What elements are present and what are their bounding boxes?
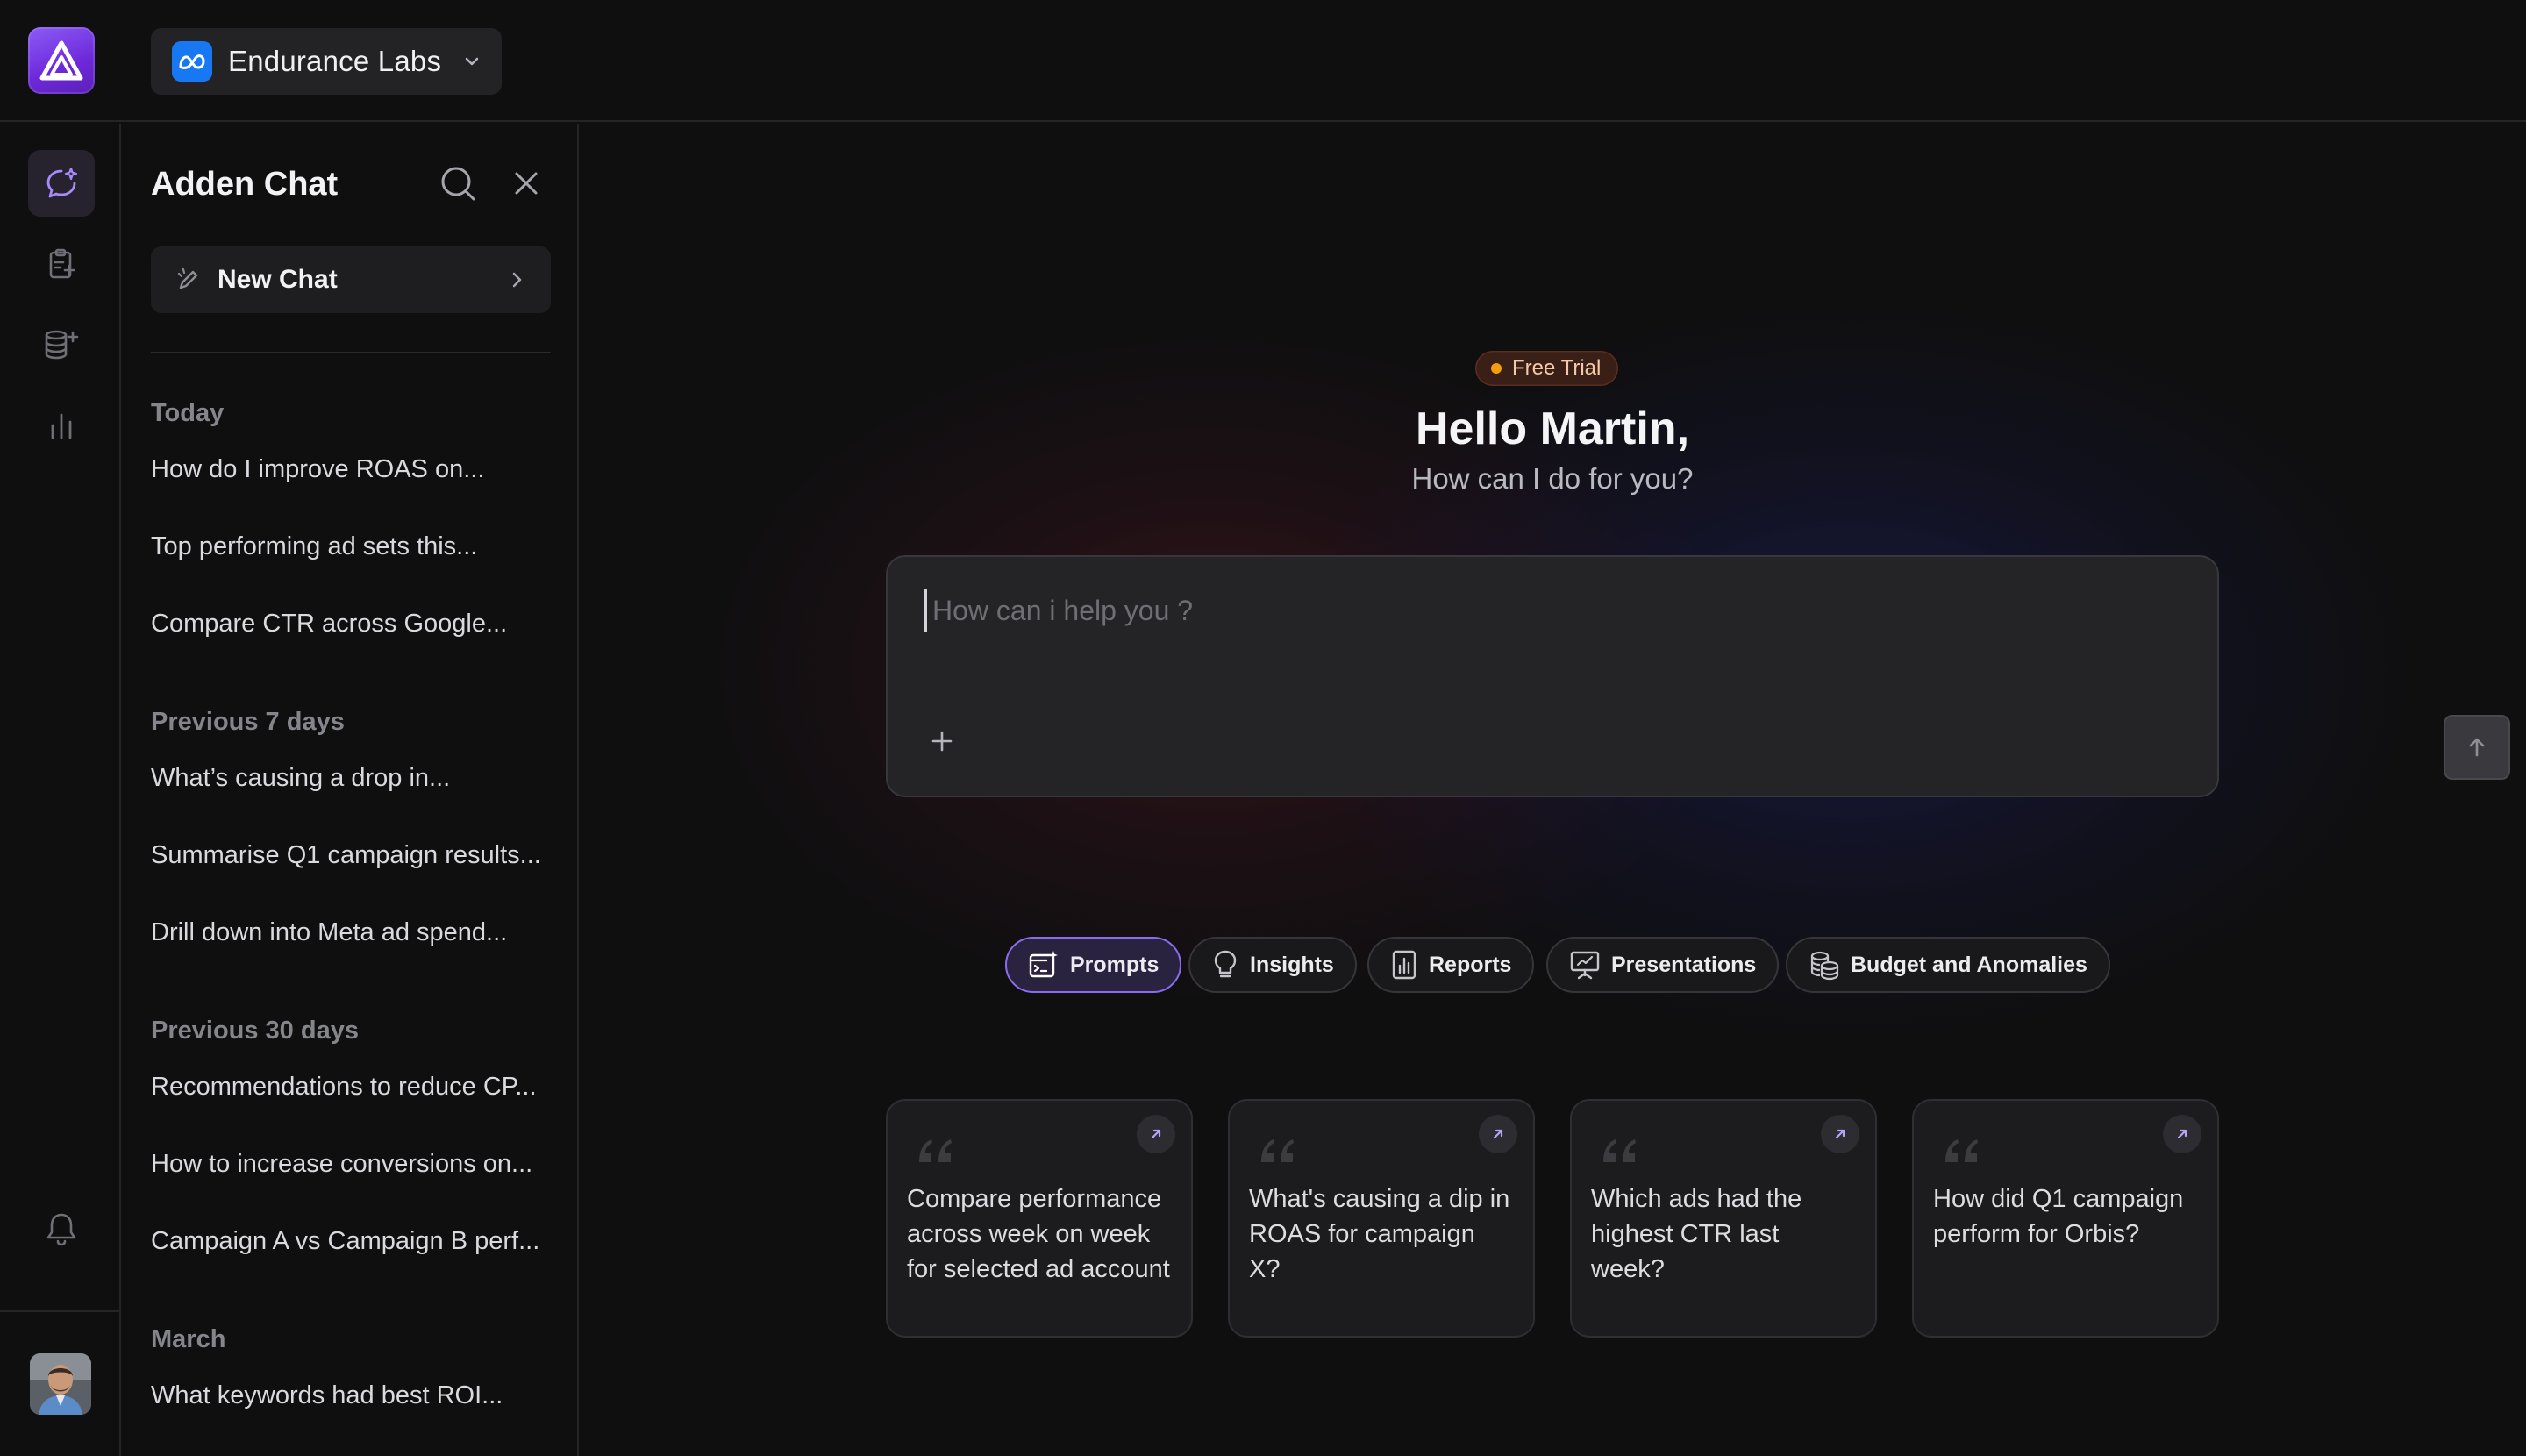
history-search-button[interactable]	[437, 162, 479, 204]
arrow-up-right-icon	[2177, 1129, 2187, 1139]
quote-icon	[1945, 1139, 1978, 1162]
new-chat-button[interactable]: New Chat	[151, 246, 551, 313]
quote-icon	[1603, 1139, 1636, 1162]
attach-button[interactable]	[924, 724, 960, 759]
workspace-name: Endurance Labs	[228, 45, 442, 77]
history-item[interactable]: How do I improve ROAS on...	[151, 455, 484, 484]
history-item[interactable]: Recommendations to reduce CP...	[151, 1073, 537, 1102]
rail-analytics-button[interactable]	[28, 392, 95, 459]
search-icon	[441, 167, 475, 201]
app-logo[interactable]	[28, 27, 95, 94]
send-button[interactable]	[2444, 715, 2510, 780]
user-avatar[interactable]	[30, 1353, 91, 1415]
tab-prompts[interactable]: Prompts	[1005, 937, 1182, 993]
rail-data-button[interactable]	[28, 311, 95, 378]
new-chat-label: New Chat	[218, 265, 338, 294]
tab-reports-label: Reports	[1429, 952, 1512, 977]
tab-presentations-label: Presentations	[1611, 952, 1757, 977]
chat-input[interactable]	[924, 589, 2152, 632]
workspace-switcher[interactable]: Endurance Labs	[151, 28, 502, 95]
presentation-icon	[1570, 951, 1600, 980]
clipboard-icon	[49, 248, 75, 279]
bell-icon	[46, 1213, 76, 1246]
close-icon	[515, 172, 538, 195]
app-logo-icon	[39, 40, 83, 81]
badge-dot	[1491, 363, 1502, 374]
database-add-icon	[45, 330, 79, 360]
tab-reports[interactable]: Reports	[1367, 937, 1535, 993]
top-bar: Endurance Labs	[0, 0, 2526, 122]
rail-divider	[0, 1310, 119, 1312]
history-item[interactable]: Drill down into Meta ad spend...	[151, 918, 507, 947]
history-item[interactable]: What keywords had best ROI...	[151, 1381, 503, 1410]
suggestion-card[interactable]: Which ads had the highest CTR last week?	[1570, 1099, 1877, 1338]
suggestion-text: Compare performance across week on week …	[907, 1185, 1170, 1283]
arrow-up-icon	[2469, 738, 2485, 757]
greeting-subtitle: How can I do for you?	[1411, 462, 1694, 495]
chevron-down-icon	[465, 57, 479, 66]
suggestion-card[interactable]: What's causing a dip in ROAS for campaig…	[1228, 1099, 1535, 1338]
history-item[interactable]: Campaign A vs Campaign B perf...	[151, 1227, 539, 1256]
tab-insights-label: Insights	[1250, 952, 1334, 977]
chat-sparkle-icon	[46, 167, 78, 198]
section-label-previous-30-days: Previous 30 days	[151, 1017, 359, 1045]
app-root: Endurance Labs Adden Chat New Chat Today…	[0, 0, 2526, 1456]
chat-history-panel: Adden Chat New Chat Today How do I impro	[121, 124, 579, 1456]
history-divider	[151, 352, 551, 353]
chat-composer	[886, 555, 2510, 797]
suggestion-text: Which ads had the highest CTR last week?	[1591, 1185, 1802, 1283]
user-photo	[30, 1353, 91, 1415]
rail-tasks-button[interactable]	[28, 231, 95, 297]
card-open-button[interactable]	[1479, 1115, 1517, 1153]
history-close-button[interactable]	[507, 164, 546, 203]
section-label-today: Today	[151, 399, 225, 427]
notifications-button[interactable]	[28, 1195, 95, 1262]
bar-chart-icon	[51, 413, 72, 439]
quote-icon	[919, 1139, 952, 1162]
coins-icon	[1810, 951, 1839, 981]
history-item[interactable]: Compare CTR across Google...	[151, 610, 507, 639]
prompts-icon	[1029, 951, 1058, 978]
report-chart-icon	[1392, 950, 1416, 980]
tab-budget-anomalies[interactable]: Budget and Anomalies	[1786, 937, 2110, 993]
greeting-title: Hello Martin,	[1415, 403, 1690, 454]
suggestion-text: How did Q1 campaign perform for Orbis?	[1933, 1185, 2184, 1248]
left-rail	[0, 124, 121, 1456]
tab-insights[interactable]: Insights	[1188, 937, 1357, 993]
suggestion-text: What's causing a dip in ROAS for campaig…	[1249, 1185, 1510, 1283]
tab-budget-anomalies-label: Budget and Anomalies	[1851, 952, 2087, 977]
history-item[interactable]: How to increase conversions on...	[151, 1150, 532, 1179]
rail-chat-button[interactable]	[28, 150, 95, 217]
card-open-button[interactable]	[1821, 1115, 1859, 1153]
plus-icon	[931, 731, 953, 752]
lightbulb-icon	[1214, 950, 1237, 978]
meta-logo-icon	[172, 41, 212, 82]
arrow-up-right-icon	[1493, 1129, 1503, 1139]
history-item[interactable]: What’s causing a drop in...	[151, 764, 450, 793]
history-item[interactable]: Summarise Q1 campaign results...	[151, 841, 541, 870]
new-chat-pen-icon	[177, 268, 198, 289]
chevron-right-icon	[512, 272, 522, 288]
free-trial-badge: Free Trial	[1475, 351, 1619, 386]
section-label-previous-7-days: Previous 7 days	[151, 708, 345, 736]
quote-icon	[1261, 1139, 1294, 1162]
history-title: Adden Chat	[151, 166, 339, 203]
arrow-up-right-icon	[1835, 1129, 1845, 1139]
history-item[interactable]: Top performing ad sets this...	[151, 532, 477, 561]
tab-prompts-label: Prompts	[1070, 952, 1160, 977]
main-area: Free Trial Hello Martin, How can I do fo…	[579, 124, 2526, 1456]
card-open-button[interactable]	[1137, 1115, 1175, 1153]
arrow-up-right-icon	[1151, 1129, 1161, 1139]
section-label-march: March	[151, 1325, 226, 1353]
suggestion-card[interactable]: How did Q1 campaign perform for Orbis?	[1912, 1099, 2219, 1338]
badge-label: Free Trial	[1512, 356, 1602, 380]
tab-presentations[interactable]: Presentations	[1546, 937, 1780, 993]
card-open-button[interactable]	[2163, 1115, 2201, 1153]
suggestion-card[interactable]: Compare performance across week on week …	[886, 1099, 1193, 1338]
